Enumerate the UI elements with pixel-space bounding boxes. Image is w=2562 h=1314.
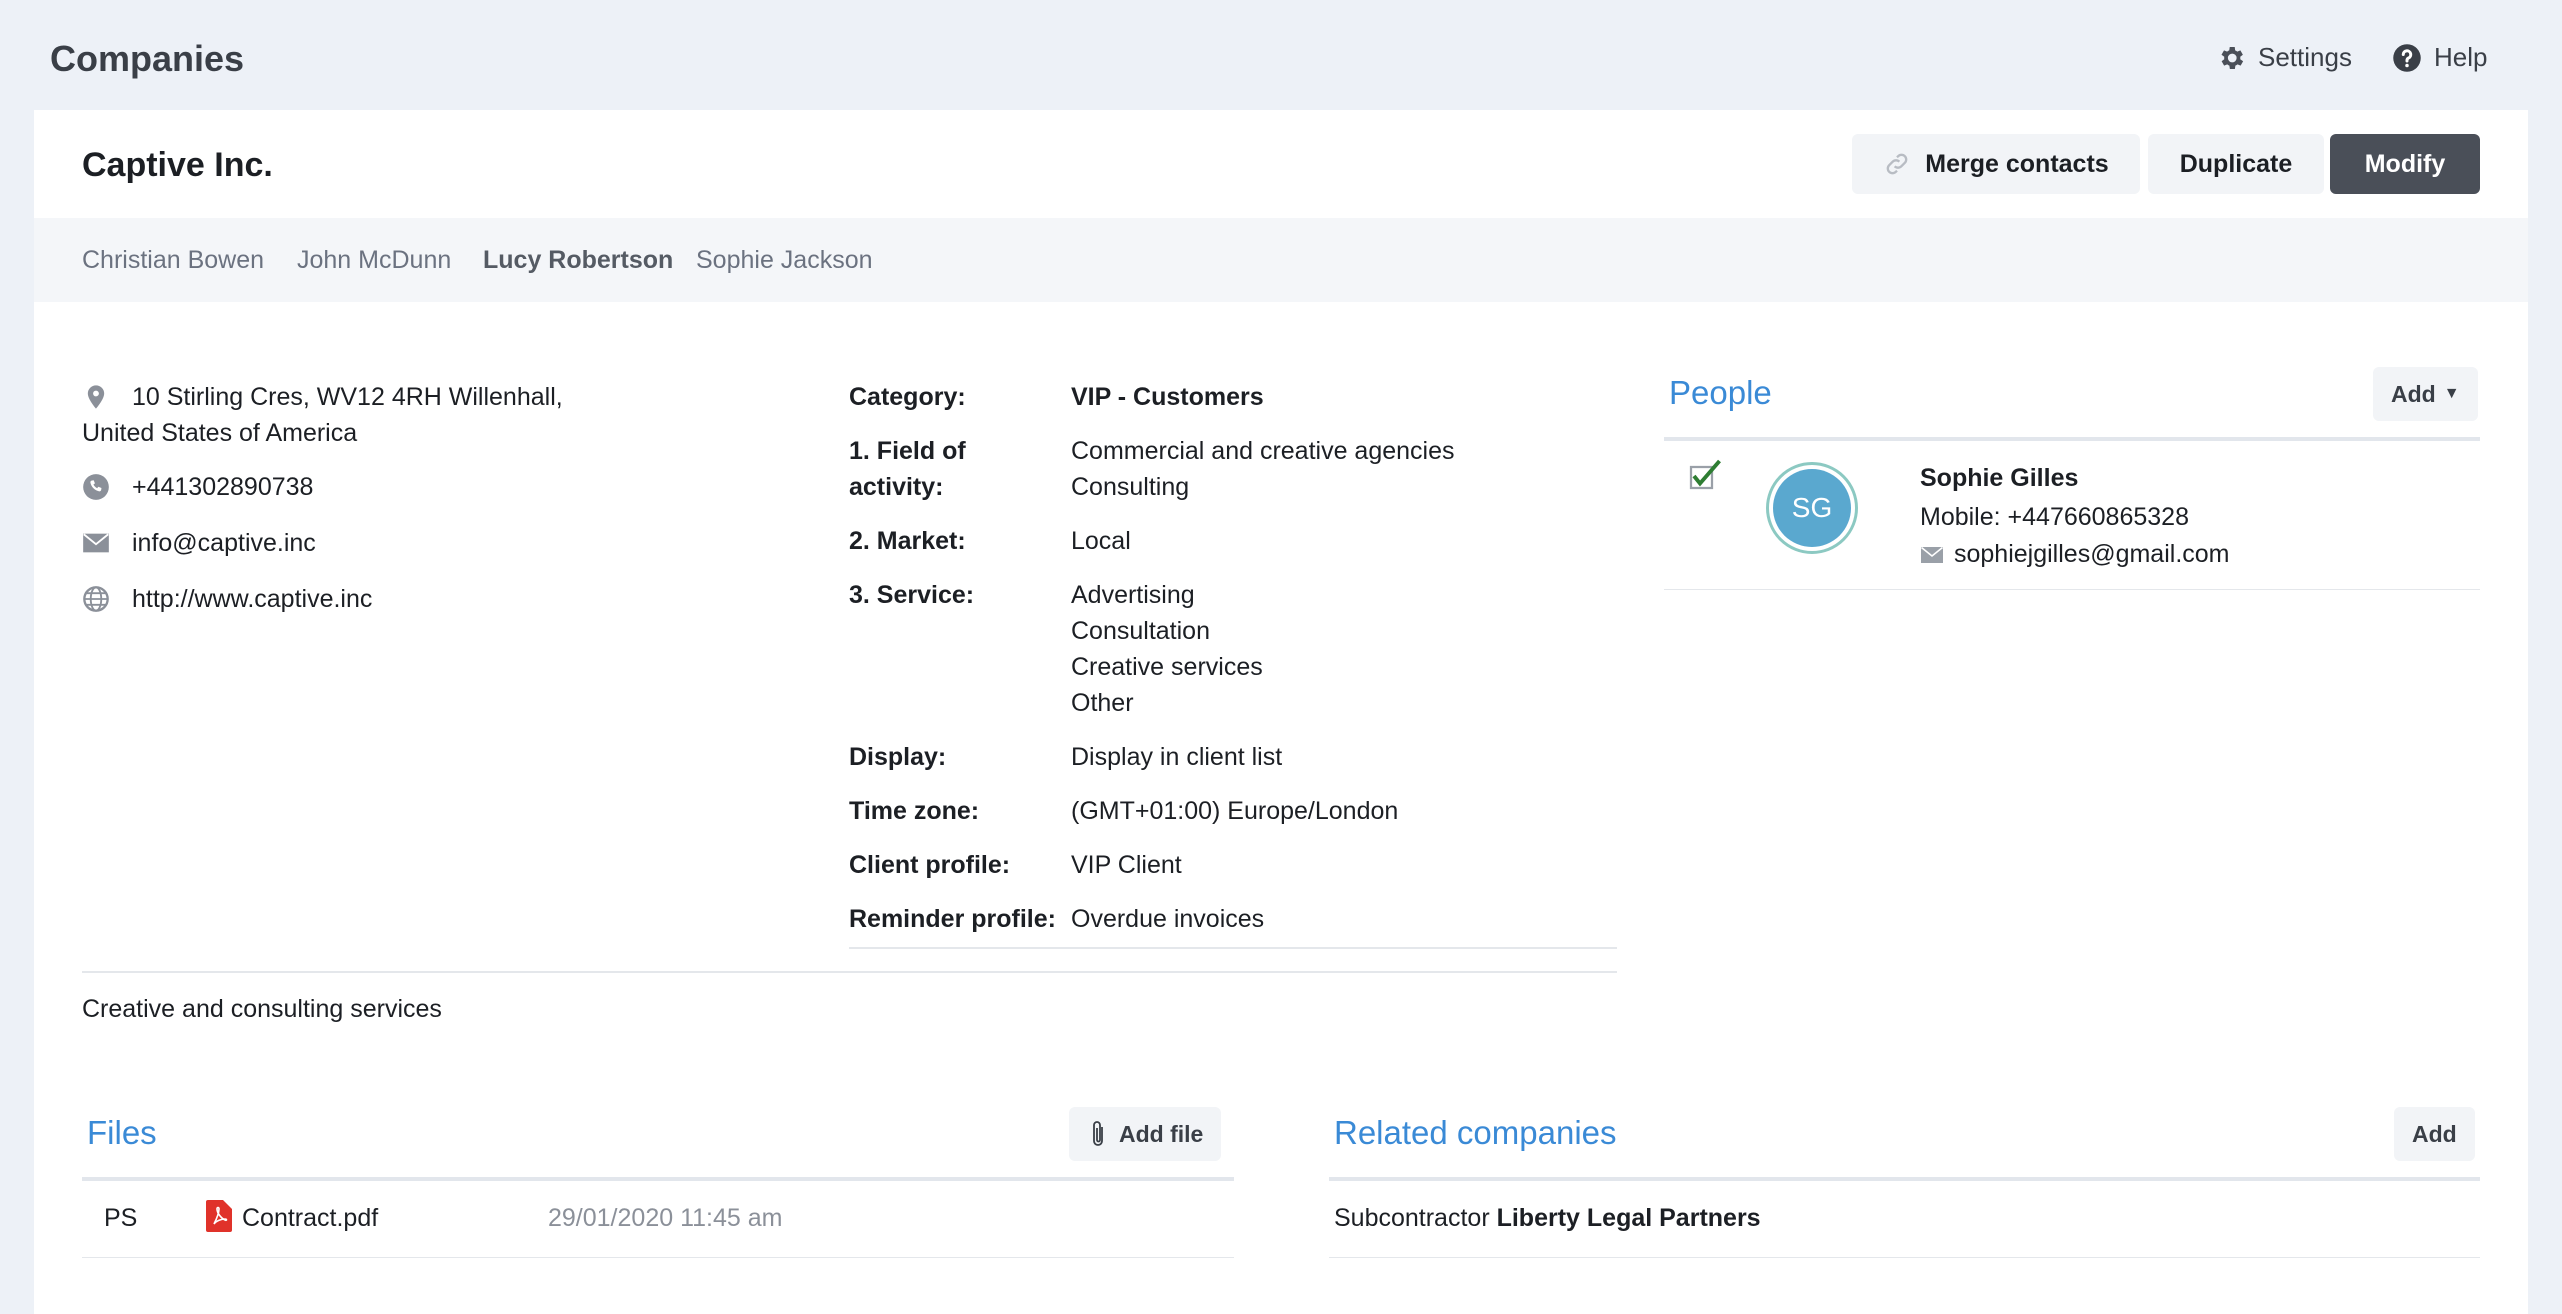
tab-lucy-robertson[interactable]: Lucy Robertson: [483, 246, 673, 275]
client-profile-value: VIP Client: [1071, 851, 1182, 879]
category-value: VIP - Customers: [1071, 383, 1264, 411]
person-name[interactable]: Sophie Gilles: [1920, 464, 2078, 493]
market-value: Local: [1071, 527, 1131, 555]
merge-contacts-button[interactable]: Merge contacts: [1852, 134, 2140, 194]
person-mobile: Mobile: +447660865328: [1920, 503, 2189, 531]
time-zone-value: (GMT+01:00) Europe/London: [1071, 797, 1399, 825]
reminder-profile-value: Overdue invoices: [1071, 905, 1265, 933]
phone: +441302890738: [82, 469, 313, 511]
description-divider: [82, 971, 1617, 973]
market-label: 2. Market:: [849, 527, 966, 555]
phone-icon: [82, 469, 132, 511]
people-header-line: [1664, 437, 2480, 441]
reminder-profile-label: Reminder profile:: [849, 905, 1056, 933]
settings-label: Settings: [2258, 42, 2352, 72]
details-divider: [849, 947, 1617, 949]
person-row-divider: [1664, 589, 2480, 590]
settings-link[interactable]: Settings: [2216, 42, 2352, 73]
service-value-1: Advertising: [1071, 581, 1195, 609]
mail-icon: [1920, 546, 1944, 563]
email: info@captive.inc: [82, 525, 316, 567]
duplicate-button[interactable]: Duplicate: [2148, 134, 2324, 194]
field-of-activity-value-1: Commercial and creative agencies: [1071, 437, 1455, 465]
website: http://www.captive.inc: [82, 581, 372, 623]
time-zone-label: Time zone:: [849, 797, 980, 825]
category-label: Category:: [849, 383, 966, 411]
email-link[interactable]: info@captive.inc: [132, 525, 316, 561]
avatar: SG: [1766, 462, 1858, 554]
company-description: Creative and consulting services: [82, 995, 442, 1023]
add-person-label: Add: [2391, 380, 2436, 407]
checked-checkbox-icon: [1689, 459, 1721, 490]
file-owner: PS: [104, 1204, 138, 1232]
globe-icon: [82, 581, 132, 623]
service-label: 3. Service:: [849, 581, 975, 609]
related-companies-title: Related companies: [1334, 1114, 1617, 1151]
file-name-link[interactable]: Contract.pdf: [242, 1204, 378, 1233]
related-company-name[interactable]: Liberty Legal Partners: [1497, 1204, 1761, 1232]
mail-icon: [82, 525, 132, 567]
tab-sophie-jackson[interactable]: Sophie Jackson: [696, 246, 873, 275]
help-link[interactable]: Help: [2392, 42, 2487, 73]
display-label: Display:: [849, 743, 947, 771]
caret-down-icon: ▼: [2443, 385, 2460, 402]
related-company-row: Subcontractor Liberty Legal Partners: [1334, 1204, 1761, 1233]
phone-number[interactable]: +441302890738: [132, 469, 313, 505]
file-date: 29/01/2020 11:45 am: [548, 1204, 783, 1232]
tab-john-mcdunn[interactable]: John McDunn: [297, 246, 451, 275]
duplicate-label: Duplicate: [2179, 149, 2293, 178]
modify-label: Modify: [2364, 149, 2446, 178]
merge-contacts-label: Merge contacts: [1925, 149, 2109, 178]
tab-christian-bowen[interactable]: Christian Bowen: [82, 246, 264, 275]
person-email-row: sophiejgilles@gmail.com: [1920, 540, 2230, 569]
person-email[interactable]: sophiejgilles@gmail.com: [1954, 540, 2230, 569]
related-row-divider: [1329, 1257, 2480, 1258]
help-label: Help: [2434, 42, 2488, 72]
files-header-line: [82, 1177, 1234, 1181]
service-value-4: Other: [1071, 689, 1134, 717]
add-person-button[interactable]: Add ▼: [2373, 367, 2478, 421]
field-of-activity-label-2: activity:: [849, 473, 944, 501]
related-header-line: [1329, 1177, 2480, 1181]
website-link[interactable]: http://www.captive.inc: [132, 581, 372, 617]
field-of-activity-label-1: 1. Field of: [849, 437, 966, 465]
help-icon: [2393, 43, 2421, 72]
client-profile-label: Client profile:: [849, 851, 1011, 879]
relation-type: Subcontractor: [1334, 1204, 1490, 1232]
add-file-label: Add file: [1119, 1120, 1204, 1147]
service-value-3: Creative services: [1071, 653, 1263, 681]
address-line-2: United States of America: [82, 419, 358, 447]
paperclip-icon: [1093, 1121, 1103, 1146]
file-row-divider: [82, 1257, 1234, 1258]
gear-icon: [2221, 46, 2244, 69]
page-title: Companies: [50, 38, 245, 79]
people-title: People: [1669, 374, 1772, 411]
pdf-icon: [206, 1200, 232, 1237]
address-line-1: 10 Stirling Cres, WV12 4RH Willenhall,: [132, 383, 563, 411]
add-related-company-button[interactable]: Add: [2394, 1107, 2475, 1161]
modify-button[interactable]: Modify: [2330, 134, 2480, 194]
field-of-activity-value-2: Consulting: [1071, 473, 1190, 501]
add-related-label: Add: [2412, 1120, 2457, 1147]
link-icon: [1886, 153, 1908, 175]
add-file-button[interactable]: Add file: [1069, 1107, 1222, 1161]
files-title: Files: [87, 1114, 157, 1151]
person-select-checkbox[interactable]: [1688, 458, 1724, 499]
avatar-initials: SG: [1773, 469, 1851, 547]
display-value: Display in client list: [1071, 743, 1283, 771]
service-value-2: Consultation: [1071, 617, 1210, 645]
company-name: Captive Inc.: [82, 146, 273, 184]
